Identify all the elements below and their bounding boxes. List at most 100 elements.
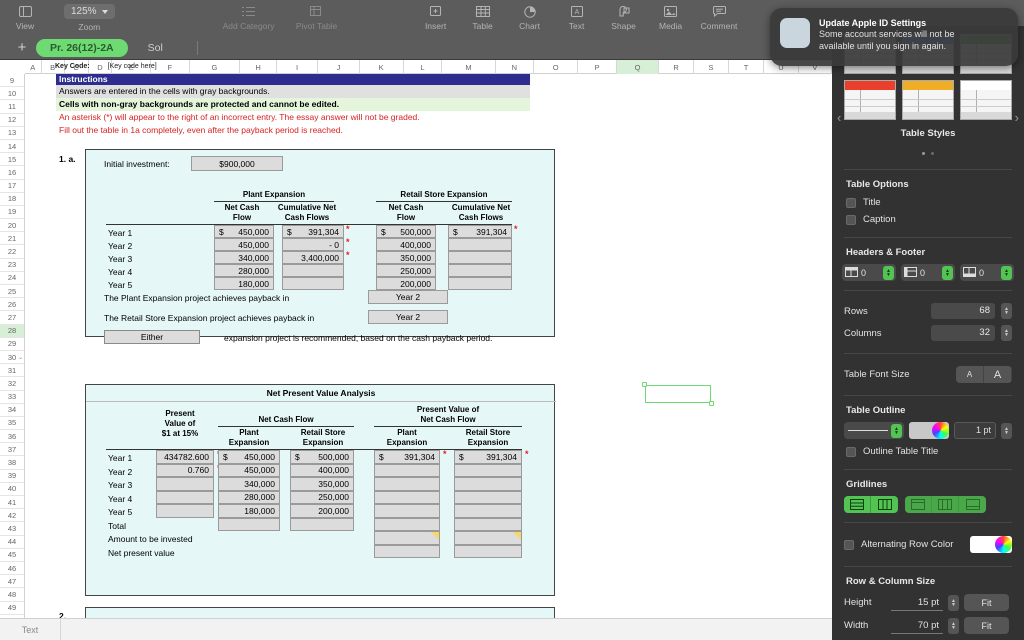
plant-net-cash-cell[interactable]: 280,000	[214, 264, 274, 277]
plant-cumulative-cell[interactable]	[282, 277, 344, 290]
plant-cumulative-cell[interactable]: - 0	[282, 238, 344, 251]
row-header-46[interactable]: 46	[0, 562, 24, 576]
npv-pv-factor-cell[interactable]: 0.760	[156, 463, 214, 477]
plant-net-cash-cell[interactable]: 450,000 $	[214, 225, 274, 238]
row-header-47[interactable]: 47	[0, 575, 24, 589]
npv-ncf-plant-cell[interactable]: 180,000	[218, 504, 280, 518]
toolbar-view-button[interactable]: View	[8, 0, 42, 31]
column-header-T[interactable]: T	[729, 60, 764, 74]
retail-net-cash-cell[interactable]: 350,000	[376, 251, 436, 264]
gridline-vertical-button[interactable]	[871, 496, 898, 513]
retail-net-cash-cell[interactable]: 200,000	[376, 277, 436, 290]
row-header-37[interactable]: 37	[0, 443, 24, 457]
title-checkbox[interactable]	[846, 197, 856, 208]
retail-net-cash-cell[interactable]: 500,000 $	[376, 225, 436, 238]
retail-cumulative-cell[interactable]: 391,304 $	[448, 225, 512, 238]
row-header-16[interactable]: 16	[0, 166, 24, 180]
outline-table-title-row[interactable]: Outline Table Title	[832, 443, 1024, 460]
npv-ncf-retail-cell[interactable]: 400,000	[290, 463, 354, 477]
alternating-row-checkbox[interactable]	[844, 539, 854, 550]
gridline-outer-side-button[interactable]	[932, 496, 959, 513]
gridlines-group-major[interactable]	[844, 496, 898, 513]
row-header-11[interactable]: 11	[0, 100, 24, 114]
caption-checkbox[interactable]	[846, 214, 856, 225]
column-header-A[interactable]: A	[25, 60, 42, 74]
spreadsheet-canvas[interactable]: ABCDEFGHIJKLMNOPQRSTUV 9 10 11 12 13 14 15 16 17…	[0, 60, 832, 640]
row-header-35[interactable]: 35	[0, 417, 24, 431]
toolbar-add-category-button[interactable]: Add Category	[219, 0, 279, 31]
table-style-option-6[interactable]	[960, 80, 1012, 120]
row-header-43[interactable]: 43	[0, 522, 24, 536]
toolbar-media-button[interactable]: Media	[654, 0, 688, 31]
gridlines-group-minor[interactable]	[905, 496, 986, 513]
npv-pv-retail-tail-cell[interactable]	[454, 544, 522, 558]
outline-line-style-dropdown[interactable]: ▲ ▼	[844, 422, 904, 439]
row-header-29[interactable]: 29	[0, 338, 24, 351]
npv-ncf-plant-cell[interactable]: 450,000 $	[218, 450, 280, 464]
row-header-9[interactable]: 9	[0, 74, 24, 88]
row-header-38[interactable]: 38	[0, 456, 24, 470]
alternating-color-swatch[interactable]	[970, 536, 1012, 553]
rows-field[interactable]: 68	[931, 303, 995, 319]
alternating-color-wheel-icon[interactable]	[995, 536, 1012, 553]
height-field[interactable]: 15 pt	[891, 595, 943, 611]
header-columns-stepper[interactable]: 0 ▲ ▼	[901, 264, 955, 281]
npv-pv-retail-tail-cell[interactable]	[454, 531, 522, 545]
outline-color-swatch[interactable]	[909, 422, 949, 439]
row-header-19[interactable]: 19	[0, 206, 24, 220]
row-header-12[interactable]: 12	[0, 114, 24, 127]
row-header-17[interactable]: 17	[0, 180, 24, 193]
row-header-34[interactable]: 34	[0, 404, 24, 417]
npv-pv-factor-cell[interactable]: 434782.600	[156, 450, 214, 464]
row-header-15[interactable]: 15	[0, 153, 24, 167]
toolbar-zoom[interactable]: 125% Zoom	[64, 0, 115, 32]
row-header-24[interactable]: 24	[0, 272, 24, 285]
row-header-18[interactable]: 18	[0, 193, 24, 206]
npv-ncf-plant-cell[interactable]: 340,000	[218, 477, 280, 491]
npv-pv-retail-cell[interactable]	[454, 463, 522, 477]
row-header-48[interactable]: 48	[0, 588, 24, 602]
initial-investment-field[interactable]: $900,000	[191, 156, 283, 171]
row-header-27[interactable]: 27	[0, 311, 24, 325]
font-smaller-button[interactable]: A	[956, 366, 984, 383]
gridline-outer-bottom-button[interactable]	[959, 496, 986, 513]
columns-spinner[interactable]: ▲ ▼	[1001, 325, 1012, 341]
row-header-28[interactable]: 28	[0, 324, 24, 338]
column-header-K[interactable]: K	[360, 60, 404, 74]
toolbar-insert-button[interactable]: Insert	[419, 0, 453, 31]
row-header-42[interactable]: 42	[0, 509, 24, 523]
column-header-N[interactable]: N	[496, 60, 535, 74]
zoom-dropdown[interactable]: 125%	[64, 4, 115, 19]
width-fit-button[interactable]: Fit	[964, 617, 1009, 634]
npv-pv-plant-cell[interactable]	[374, 490, 440, 504]
column-header-H[interactable]: H	[240, 60, 277, 74]
gridline-horizontal-button[interactable]	[844, 496, 871, 513]
row-header-10[interactable]: 10	[0, 87, 24, 101]
column-header-S[interactable]: S	[694, 60, 730, 74]
row-header-44[interactable]: 44	[0, 536, 24, 549]
pager-dot-1[interactable]	[922, 152, 925, 155]
alternating-row-color-row[interactable]: Alternating Row Color	[832, 532, 1024, 557]
npv-total-plant-cell[interactable]	[218, 517, 280, 531]
column-header-Q[interactable]: Q	[616, 60, 660, 74]
comment-corner-indicator[interactable]	[513, 532, 521, 540]
table-style-option-5[interactable]	[902, 80, 954, 120]
row-header-39[interactable]: 39	[0, 470, 24, 483]
toolbar-chart-button[interactable]: Chart	[513, 0, 547, 31]
color-wheel-icon[interactable]	[932, 422, 949, 439]
row-header-26[interactable]: 26	[0, 298, 24, 312]
row-header-33[interactable]: 33	[0, 391, 24, 404]
recommend-1a-field[interactable]: Either	[104, 330, 200, 344]
gridlines-buttons[interactable]	[832, 496, 1024, 513]
selected-cell[interactable]	[642, 382, 714, 406]
column-header-M[interactable]: M	[442, 60, 496, 74]
font-size-buttons[interactable]: A A	[956, 366, 1012, 383]
width-spinner[interactable]: ▲ ▼	[948, 617, 959, 634]
table-style-option-4[interactable]	[844, 80, 896, 120]
row-header-25[interactable]: 25	[0, 285, 24, 299]
table-styles-pager[interactable]	[832, 142, 1024, 160]
npv-pv-retail-cell[interactable]: 391,304 $	[454, 450, 522, 464]
styles-next-arrow[interactable]: ›	[1015, 110, 1019, 125]
row-header-23[interactable]: 23	[0, 259, 24, 272]
payback-retail-field[interactable]: Year 2	[368, 310, 448, 324]
